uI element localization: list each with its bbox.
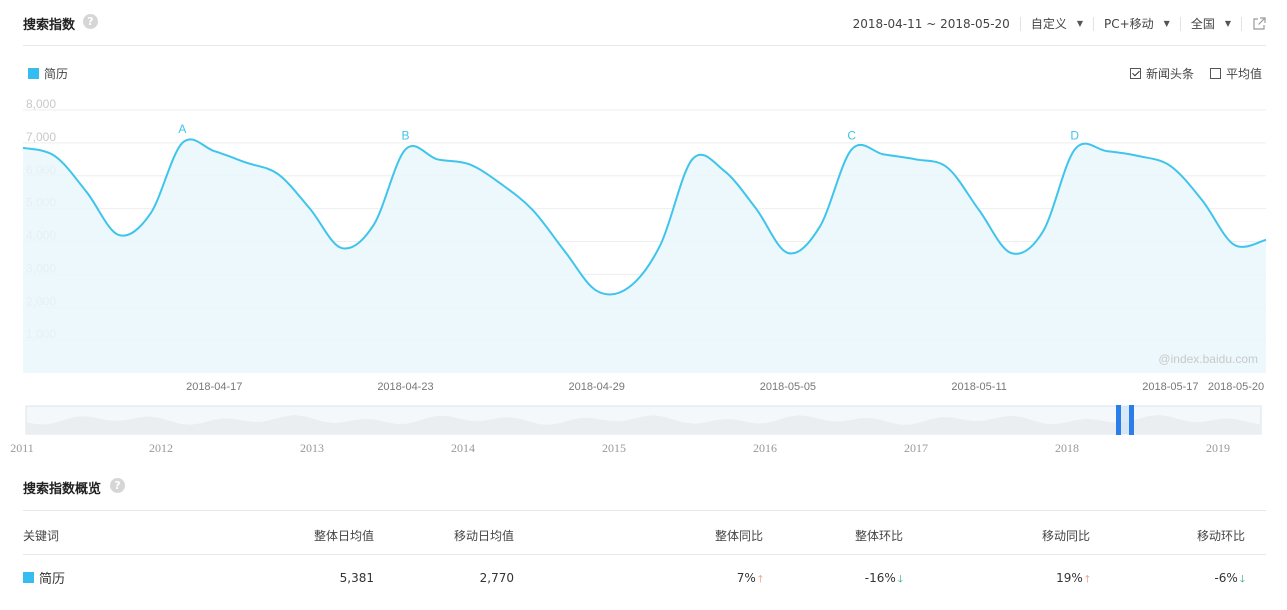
brush-selection[interactable]: [1121, 406, 1129, 434]
col-keyword: 关键词: [23, 529, 60, 543]
overall-yoy-value: 7%: [736, 571, 756, 585]
x-tick-label: 2018-04-29: [569, 381, 625, 393]
col-mobile-mom: 移动环比: [1196, 529, 1245, 543]
overview-title: 搜索指数概览: [23, 482, 102, 497]
x-tick-label: 2018-05-11: [951, 381, 1006, 393]
x-tick-label: 2018-05-17: [1142, 381, 1198, 393]
brush-year-label: 2013: [300, 441, 324, 455]
mobile-mom-value: -6%: [1214, 571, 1238, 585]
brush-year-label: 2018: [1055, 441, 1079, 455]
y-tick-label: 7,000: [26, 130, 56, 144]
device-dropdown-label: PC+移动: [1104, 17, 1154, 31]
header-controls: 2018-04-11 ~ 2018-05-20 自定义 ▼ PC+移动 ▼ 全国…: [843, 15, 1266, 32]
mobile-yoy-value: 19%: [1056, 571, 1083, 585]
device-dropdown[interactable]: PC+移动 ▼: [1094, 15, 1180, 32]
table-header-row: 关键词 整体日均值 移动日均值 整体同比 整体环比 移动同比 移动环比: [23, 511, 1266, 555]
table-row: 简历 5,381 2,770 7% 🡑 -16% 🡓 19% 🡑 -6% 🡓: [23, 555, 1266, 599]
news-checkbox-label: 新闻头条: [1145, 67, 1194, 81]
row-mobile-mom: -6% 🡓: [1214, 571, 1245, 589]
arrow-up-icon: 🡑: [1084, 574, 1090, 585]
keyword-swatch: [23, 572, 34, 583]
custom-dropdown[interactable]: 自定义 ▼: [1021, 15, 1093, 32]
brush-year-label: 2012: [149, 441, 173, 455]
page-title: 搜索指数: [23, 18, 76, 33]
col-overall-mom: 整体环比: [854, 529, 903, 543]
caret-down-icon: ▼: [1163, 19, 1170, 28]
help-icon[interactable]: ?: [110, 478, 125, 493]
avg-checkbox[interactable]: [1209, 68, 1221, 79]
date-range[interactable]: 2018-04-11 ~ 2018-05-20: [843, 17, 1020, 31]
region-dropdown[interactable]: 全国 ▼: [1181, 15, 1241, 32]
watermark: @index.baidu.com: [1158, 352, 1258, 366]
overall-mom-value: -16%: [864, 571, 896, 585]
y-tick-label: 8,000: [26, 97, 56, 111]
overview-table: 关键词 整体日均值 移动日均值 整体同比 整体环比 移动同比 移动环比 简历 5…: [23, 510, 1266, 599]
caret-down-icon: ▼: [1076, 19, 1083, 28]
col-overall-yoy: 整体同比: [714, 529, 763, 543]
caret-down-icon: ▼: [1224, 19, 1231, 28]
brush-handle-right[interactable]: [1129, 405, 1134, 435]
row-overall-yoy: 7% 🡑: [737, 571, 763, 589]
arrow-down-icon: 🡓: [1239, 574, 1245, 585]
annotation-label: B: [401, 128, 409, 142]
x-tick-label: 2018-05-05: [760, 381, 816, 393]
x-tick-label: 2018-05-20: [1208, 381, 1264, 393]
divider: [1241, 16, 1242, 31]
chart-options: 新闻头条 平均值: [1114, 65, 1262, 82]
col-mobile-avg: 移动日均值: [453, 529, 514, 543]
arrow-down-icon: 🡓: [897, 574, 903, 585]
row-mobile-avg: 2,770: [479, 571, 514, 585]
chart-legend: 简历: [28, 65, 68, 82]
annotation-label: C: [847, 128, 856, 142]
row-keyword: 简历: [23, 568, 65, 587]
brush-handle-left[interactable]: [1116, 405, 1121, 435]
brush-year-label: 2017: [904, 441, 928, 455]
row-overall-avg: 5,381: [339, 571, 374, 585]
x-tick-label: 2018-04-17: [186, 381, 242, 393]
avg-checkbox-option[interactable]: 平均值: [1209, 65, 1262, 82]
external-link-icon[interactable]: [1252, 16, 1266, 31]
timeline-brush[interactable]: 2011 2012 2013 2014 2015 2016 2017 2018 2019: [0, 398, 1287, 460]
arrow-up-icon: 🡑: [757, 574, 763, 585]
news-checkbox-option[interactable]: 新闻头条: [1129, 65, 1194, 82]
avg-checkbox-label: 平均值: [1225, 67, 1262, 81]
col-overall-avg: 整体日均值: [313, 529, 374, 543]
legend-label: 简历: [44, 67, 69, 81]
search-index-chart[interactable]: 8,0007,0006,0005,0004,0003,0002,0001,000…: [0, 95, 1287, 395]
row-overall-mom: -16% 🡓: [865, 571, 903, 589]
row-keyword-label: 简历: [39, 572, 66, 587]
x-tick-label: 2018-04-23: [377, 381, 433, 393]
row-mobile-yoy: 19% 🡑: [1056, 571, 1090, 589]
annotation-label: A: [178, 122, 186, 136]
legend-swatch: [28, 68, 39, 79]
help-icon[interactable]: ?: [83, 14, 98, 29]
custom-dropdown-label: 自定义: [1030, 17, 1067, 31]
brush-year-label: 2016: [753, 441, 777, 455]
brush-year-label: 2019: [1206, 441, 1230, 455]
annotation-label: D: [1070, 128, 1079, 142]
brush-year-label: 2011: [10, 441, 34, 455]
brush-year-label: 2014: [451, 441, 475, 455]
col-mobile-yoy: 移动同比: [1041, 529, 1090, 543]
news-checkbox[interactable]: [1129, 68, 1141, 79]
brush-year-label: 2015: [602, 441, 626, 455]
region-dropdown-label: 全国: [1190, 17, 1215, 31]
header: 搜索指数 ? 2018-04-11 ~ 2018-05-20 自定义 ▼ PC+…: [23, 0, 1266, 46]
